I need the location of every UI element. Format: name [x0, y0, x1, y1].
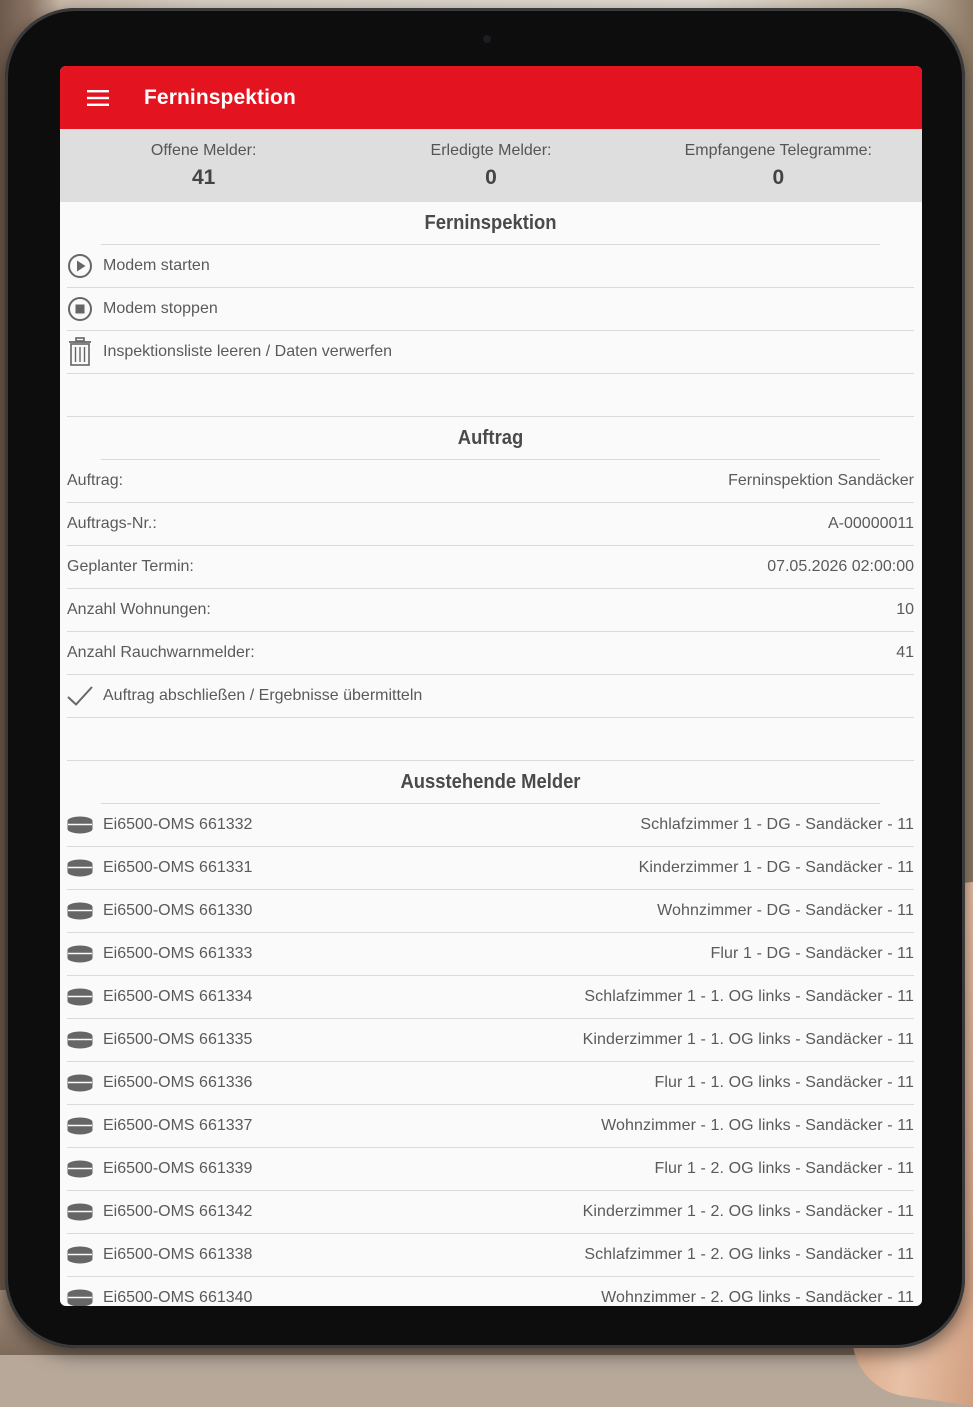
divider [67, 374, 914, 417]
detector-location: Kinderzimmer 1 - 1. OG links - Sandäcker… [582, 1031, 914, 1048]
trash-icon [67, 337, 93, 366]
field-value: Ferninspektion Sandäcker [728, 472, 914, 489]
order-field-date: Geplanter Termin: 07.05.2026 02:00:00 [67, 546, 914, 589]
field-label: Geplanter Termin: [67, 558, 194, 575]
smoke-detector-icon [67, 855, 93, 881]
play-circle-icon [67, 253, 93, 279]
stat-label: Erledigte Melder: [430, 142, 552, 159]
field-value: 07.05.2026 02:00:00 [767, 558, 914, 575]
field-value: 10 [896, 601, 914, 618]
detector-location: Flur 1 - DG - Sandäcker - 11 [710, 945, 914, 962]
stats-bar: Offene Melder: 41 Erledigte Melder: 0 Em… [60, 129, 922, 202]
detector-location: Kinderzimmer 1 - 2. OG links - Sandäcker… [582, 1203, 914, 1220]
smoke-detector-icon [67, 941, 93, 967]
detector-id: Ei6500-OMS 661340 [103, 1289, 253, 1306]
detector-list-item[interactable]: Ei6500-OMS 661338 Schlafzimmer 1 - 2. OG… [67, 1234, 914, 1277]
smoke-detector-icon [67, 1113, 93, 1139]
detector-id: Ei6500-OMS 661334 [103, 988, 253, 1005]
field-label: Anzahl Wohnungen: [67, 601, 211, 618]
action-label: Auftrag abschließen / Ergebnisse übermit… [103, 687, 423, 704]
detector-list-item[interactable]: Ei6500-OMS 661334 Schlafzimmer 1 - 1. OG… [67, 976, 914, 1019]
stat-label: Offene Melder: [150, 142, 257, 159]
detector-location: Schlafzimmer 1 - DG - Sandäcker - 11 [640, 816, 914, 833]
section-title-pending: Ausstehende Melder [100, 761, 881, 804]
detector-location: Kinderzimmer 1 - DG - Sandäcker - 11 [638, 859, 914, 876]
detector-location: Flur 1 - 2. OG links - Sandäcker - 11 [654, 1160, 914, 1177]
detector-id: Ei6500-OMS 661336 [103, 1074, 253, 1091]
detector-list-item[interactable]: Ei6500-OMS 661332 Schlafzimmer 1 - DG - … [67, 804, 914, 847]
stat-label: Empfangene Telegramme: [684, 142, 872, 159]
start-modem-button[interactable]: Modem starten [67, 245, 914, 288]
hamburger-menu-icon[interactable] [68, 66, 128, 129]
order-field-name: Auftrag: Ferninspektion Sandäcker [67, 460, 914, 503]
detector-location: Flur 1 - 1. OG links - Sandäcker - 11 [654, 1074, 914, 1091]
detector-list-item[interactable]: Ei6500-OMS 661339 Flur 1 - 2. OG links -… [67, 1148, 914, 1191]
stat-open-detectors: Offene Melder: 41 [60, 129, 347, 202]
stat-value: 0 [485, 166, 497, 189]
stat-value: 41 [191, 166, 216, 189]
section-title-order: Auftrag [100, 417, 881, 460]
action-label: Inspektionsliste leeren / Daten verwerfe… [103, 343, 393, 360]
smoke-detector-icon [67, 898, 93, 924]
action-label: Modem starten [103, 257, 210, 274]
detector-list-item[interactable]: Ei6500-OMS 661340 Wohnzimmer - 2. OG lin… [67, 1277, 914, 1306]
field-label: Auftrags-Nr.: [67, 515, 157, 532]
section-title-remote: Ferninspektion [100, 202, 881, 245]
app-screen: Ferninspektion Offene Melder: 41 Erledig… [60, 66, 922, 1306]
field-label: Anzahl Rauchwarnmelder: [67, 644, 255, 661]
detector-location: Wohnzimmer - DG - Sandäcker - 11 [657, 902, 914, 919]
checkmark-icon [67, 683, 93, 709]
order-field-detectors: Anzahl Rauchwarnmelder: 41 [67, 632, 914, 675]
smoke-detector-icon [67, 1070, 93, 1096]
detector-location: Schlafzimmer 1 - 2. OG links - Sandäcker… [584, 1246, 914, 1263]
detector-id: Ei6500-OMS 661331 [103, 859, 253, 876]
smoke-detector-icon [67, 1285, 93, 1306]
app-bar: Ferninspektion [60, 66, 922, 129]
stat-value: 0 [772, 166, 785, 189]
detector-location: Schlafzimmer 1 - 1. OG links - Sandäcker… [584, 988, 914, 1005]
divider [67, 718, 914, 761]
detector-location: Wohnzimmer - 2. OG links - Sandäcker - 1… [601, 1289, 914, 1306]
clear-list-button[interactable]: Inspektionsliste leeren / Daten verwerfe… [67, 331, 914, 374]
detector-list-item[interactable]: Ei6500-OMS 661333 Flur 1 - DG - Sandäcke… [67, 933, 914, 976]
detector-list-item[interactable]: Ei6500-OMS 661330 Wohnzimmer - DG - Sand… [67, 890, 914, 933]
app-title: Ferninspektion [144, 85, 296, 109]
field-value: 41 [896, 644, 914, 661]
detector-location: Wohnzimmer - 1. OG links - Sandäcker - 1… [601, 1117, 914, 1134]
complete-order-button[interactable]: Auftrag abschließen / Ergebnisse übermit… [67, 675, 914, 718]
detector-id: Ei6500-OMS 661339 [103, 1160, 253, 1177]
detector-list-item[interactable]: Ei6500-OMS 661342 Kinderzimmer 1 - 2. OG… [67, 1191, 914, 1234]
detector-list-item[interactable]: Ei6500-OMS 661337 Wohnzimmer - 1. OG lin… [67, 1105, 914, 1148]
smoke-detector-icon [67, 1156, 93, 1182]
order-field-apartments: Anzahl Wohnungen: 10 [67, 589, 914, 632]
detector-list-item[interactable]: Ei6500-OMS 661331 Kinderzimmer 1 - DG - … [67, 847, 914, 890]
order-field-number: Auftrags-Nr.: A-00000011 [67, 503, 914, 546]
tablet-frame: Ferninspektion Offene Melder: 41 Erledig… [5, 8, 965, 1348]
detector-id: Ei6500-OMS 661338 [103, 1246, 253, 1263]
detector-id: Ei6500-OMS 661342 [103, 1203, 253, 1220]
smoke-detector-icon [67, 1027, 93, 1053]
detector-list-item[interactable]: Ei6500-OMS 661335 Kinderzimmer 1 - 1. OG… [67, 1019, 914, 1062]
detector-id: Ei6500-OMS 661330 [103, 902, 253, 919]
stat-received-telegrams: Empfangene Telegramme: 0 [635, 129, 922, 202]
smoke-detector-icon [67, 1199, 93, 1225]
smoke-detector-icon [67, 984, 93, 1010]
stop-modem-button[interactable]: Modem stoppen [67, 288, 914, 331]
stop-circle-icon [67, 296, 93, 322]
detector-list-item[interactable]: Ei6500-OMS 661336 Flur 1 - 1. OG links -… [67, 1062, 914, 1105]
smoke-detector-icon [67, 812, 93, 838]
detector-id: Ei6500-OMS 661335 [103, 1031, 253, 1048]
field-label: Auftrag: [67, 472, 124, 489]
content-list: Ferninspektion Modem starten Modem stopp… [60, 202, 922, 1306]
camera-dot [483, 35, 491, 43]
detector-id: Ei6500-OMS 661333 [103, 945, 253, 962]
detector-id: Ei6500-OMS 661337 [103, 1117, 253, 1134]
stat-done-detectors: Erledigte Melder: 0 [347, 129, 634, 202]
smoke-detector-icon [67, 1242, 93, 1268]
detector-id: Ei6500-OMS 661332 [103, 816, 253, 833]
action-label: Modem stoppen [103, 300, 218, 317]
pending-detector-list: Ei6500-OMS 661332 Schlafzimmer 1 - DG - … [67, 804, 914, 1306]
field-value: A-00000011 [828, 515, 914, 532]
